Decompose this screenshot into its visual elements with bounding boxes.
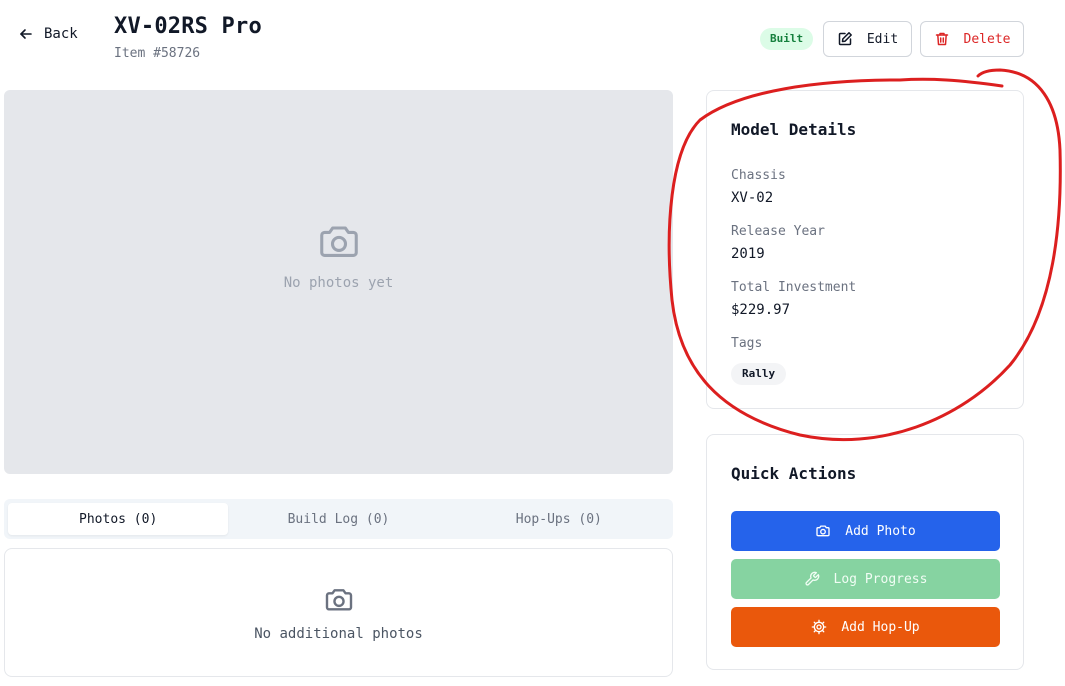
delete-button[interactable]: Delete (920, 21, 1024, 57)
arrow-left-icon (20, 29, 32, 39)
edit-button[interactable]: Edit (823, 21, 912, 57)
back-button[interactable]: Back (18, 26, 78, 42)
no-photos-text: No photos yet (283, 275, 394, 291)
tags-label: Tags (731, 336, 763, 351)
add-hop-up-button[interactable]: Add Hop-Up (731, 607, 1000, 647)
page-title: XV-02RS Pro (114, 14, 262, 39)
status-badge: Built (760, 28, 814, 50)
item-number: Item #58726 (114, 46, 201, 61)
total-investment-label: Total Investment (731, 280, 857, 295)
chassis-label: Chassis (731, 168, 786, 183)
release-year-value: 2019 (731, 246, 765, 262)
edit-label: Edit (866, 31, 899, 47)
camera-icon (319, 226, 358, 257)
back-label: Back (44, 26, 78, 42)
trash-icon (935, 32, 948, 46)
add-hop-up-label: Add Hop-Up (841, 619, 920, 635)
delete-label: Delete (963, 31, 1011, 47)
tag-chip: Rally (731, 363, 787, 385)
tab-build-log[interactable]: Build Log (0) (228, 503, 448, 535)
camera-icon (325, 588, 352, 611)
page-header: Back XV-02RS Pro Item #58726 Built Edit … (0, 0, 1065, 80)
add-photo-label: Add Photo (845, 523, 916, 539)
add-photo-button[interactable]: Add Photo (731, 511, 1000, 551)
quick-actions-title: Quick Actions (731, 464, 857, 483)
wrench-icon (804, 571, 819, 586)
model-details-card: Model Details Chassis XV-02 Release Year… (706, 90, 1024, 409)
quick-actions-card: Quick Actions Add Photo Log Progress Add… (706, 434, 1024, 670)
release-year-label: Release Year (731, 224, 825, 239)
edit-icon (838, 32, 852, 46)
no-additional-photos-text: No additional photos (254, 625, 423, 642)
main-photo-area: No photos yet (4, 90, 673, 474)
tab-hop-ups[interactable]: Hop-Ups (0) (449, 503, 669, 535)
tab-photos[interactable]: Photos (0) (8, 503, 229, 535)
model-details-title: Model Details (731, 120, 857, 139)
camera-icon (816, 525, 830, 537)
tab-bar: Photos (0) Build Log (0) Hop-Ups (0) (4, 499, 673, 539)
chassis-value: XV-02 (731, 190, 774, 206)
photos-tab-panel: No additional photos (4, 548, 673, 677)
total-investment-value: $229.97 (731, 302, 791, 318)
log-progress-label: Log Progress (833, 571, 928, 587)
gear-icon (812, 619, 827, 635)
log-progress-button[interactable]: Log Progress (731, 559, 1000, 599)
